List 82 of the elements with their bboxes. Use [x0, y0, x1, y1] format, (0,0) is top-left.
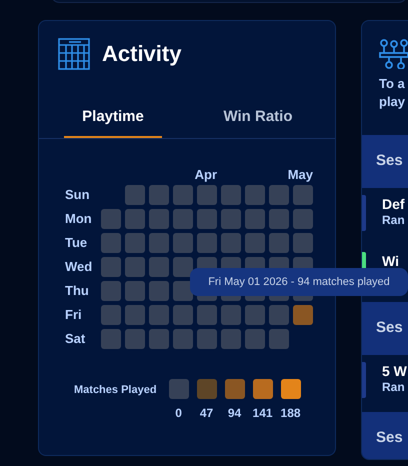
heatmap-cell[interactable] — [173, 305, 193, 325]
legend-value: 94 — [228, 405, 242, 422]
heatmap-cell[interactable] — [245, 329, 265, 349]
heatmap-cell[interactable] — [101, 209, 121, 229]
entry-subtitle: Ran — [382, 380, 406, 395]
heatmap-cell[interactable] — [101, 257, 121, 277]
heatmap-cell[interactable] — [125, 329, 145, 349]
session-header[interactable]: Ses — [362, 412, 408, 459]
heatmap-cell[interactable] — [221, 209, 241, 229]
heatmap-cell[interactable] — [125, 281, 145, 301]
heatmap-cell[interactable] — [173, 185, 193, 205]
heatmap-cell[interactable] — [293, 185, 313, 205]
heatmap-cell[interactable] — [101, 305, 121, 325]
heatmap-cell[interactable] — [173, 329, 193, 349]
legend-value: 188 — [280, 405, 301, 422]
calendar-icon — [58, 38, 90, 70]
heatmap-cell[interactable] — [125, 209, 145, 229]
heatmap-cell[interactable] — [269, 233, 289, 253]
heatmap-cell[interactable] — [173, 281, 193, 301]
intro-text: play — [379, 93, 406, 111]
month-label: May — [288, 166, 313, 181]
heatmap-cell[interactable] — [269, 209, 289, 229]
heatmap-cell[interactable] — [293, 305, 313, 325]
tooltip: Fri May 01 2026 - 94 matches played — [190, 268, 408, 296]
heatmap-cell[interactable] — [173, 257, 193, 277]
day-label: Tue — [65, 234, 88, 252]
heatmap-cell[interactable] — [293, 209, 313, 229]
session-header[interactable]: Ses — [362, 135, 408, 188]
heatmap-cell[interactable] — [125, 257, 145, 277]
heatmap-cell[interactable] — [101, 329, 121, 349]
heatmap-cell[interactable] — [125, 233, 145, 253]
heatmap-cell[interactable] — [245, 305, 265, 325]
heatmap-cell[interactable] — [245, 233, 265, 253]
heatmap-cell[interactable] — [245, 209, 265, 229]
heatmap-cell[interactable] — [149, 233, 169, 253]
heatmap-cell[interactable] — [293, 233, 313, 253]
intro-text: To a — [379, 75, 406, 93]
heatmap-cell[interactable] — [149, 329, 169, 349]
heatmap-cell[interactable] — [125, 305, 145, 325]
heatmap-cell[interactable] — [197, 185, 217, 205]
heatmap-cell[interactable] — [221, 329, 241, 349]
day-label: Mon — [65, 210, 93, 228]
heatmap-cell[interactable] — [197, 329, 217, 349]
legend-value: 0 — [175, 405, 182, 422]
day-label: Fri — [65, 306, 83, 324]
network-icon — [379, 39, 408, 69]
heatmap-cell[interactable] — [197, 209, 217, 229]
heatmap-cell[interactable] — [101, 281, 121, 301]
heatmap-cell[interactable] — [173, 233, 193, 253]
entry-title: Wi — [382, 252, 399, 270]
legend-value: 47 — [200, 405, 214, 422]
heatmap-cell[interactable] — [197, 233, 217, 253]
day-label: Sun — [65, 186, 91, 204]
heatmap-cell[interactable] — [101, 233, 121, 253]
tab[interactable]: Playtime — [64, 98, 162, 138]
heatmap-cell[interactable] — [269, 305, 289, 325]
month-label: Apr — [194, 166, 217, 181]
entry-title: 5 W — [382, 362, 407, 380]
heatmap-cell[interactable] — [149, 281, 169, 301]
heatmap-cell[interactable] — [221, 305, 241, 325]
heatmap-cell[interactable] — [125, 185, 145, 205]
day-label: Wed — [65, 258, 94, 276]
heatmap-cell[interactable] — [149, 185, 169, 205]
heatmap-cell[interactable] — [173, 209, 193, 229]
heatmap-cell[interactable] — [245, 185, 265, 205]
heatmap-cell[interactable] — [269, 329, 289, 349]
heatmap-cell[interactable] — [221, 185, 241, 205]
legend-label: Matches Played — [74, 383, 157, 398]
heatmap-cell[interactable] — [221, 233, 241, 253]
day-label: Sat — [65, 330, 86, 348]
day-label: Thu — [65, 282, 90, 300]
heatmap-cell[interactable] — [149, 257, 169, 277]
heatmap-cell[interactable] — [269, 185, 289, 205]
entry-title: Def — [382, 195, 405, 213]
heatmap-cell[interactable] — [149, 305, 169, 325]
entry-subtitle: Ran — [382, 213, 405, 228]
tab[interactable]: Win Ratio — [209, 98, 307, 138]
heatmap-cell[interactable] — [197, 305, 217, 325]
heatmap-cell[interactable] — [149, 209, 169, 229]
card-title: Activity — [102, 40, 182, 68]
session-header[interactable]: Ses — [362, 302, 408, 355]
legend-value: 141 — [252, 405, 273, 422]
